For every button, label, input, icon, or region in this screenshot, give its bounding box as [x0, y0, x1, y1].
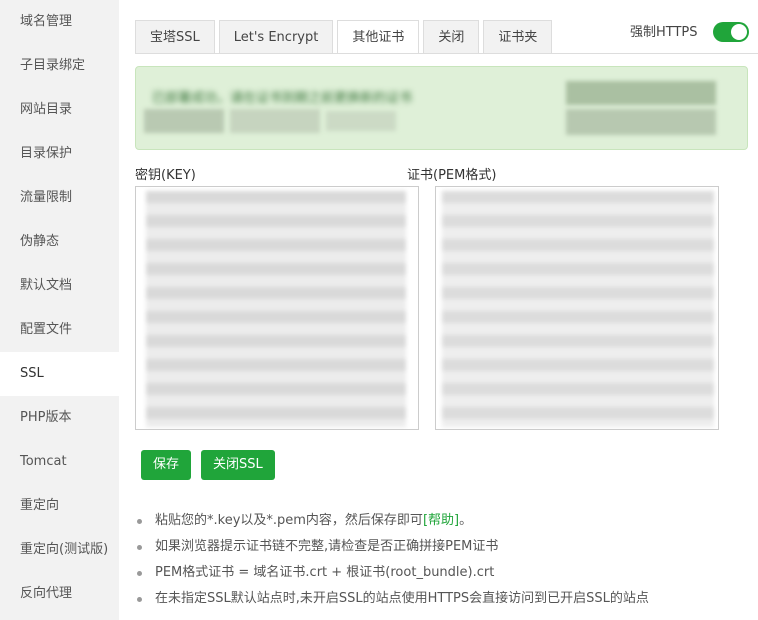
force-https-toggle[interactable]: [713, 22, 749, 42]
obscured-block: [230, 109, 320, 133]
sidebar-item-ssl[interactable]: SSL: [0, 352, 119, 396]
sidebar-item-tomcat[interactable]: Tomcat: [0, 440, 119, 484]
ssl-status-alert: 已部署成功，请在证书到期之前更换新的证书: [135, 66, 748, 150]
main-panel: 宝塔SSL Let's Encrypt 其他证书 关闭 证书夹 强制HTTPS …: [119, 0, 758, 620]
tip-item: PEM格式证书 = 域名证书.crt + 根证书(root_bundle).cr…: [135, 560, 649, 586]
obscured-block: [326, 111, 396, 131]
obscured-block: [144, 109, 224, 133]
sidebar-item-proxy[interactable]: 反向代理: [0, 572, 119, 616]
sidebar: 域名管理 子目录绑定 网站目录 目录保护 流量限制 伪静态 默认文档 配置文件 …: [0, 0, 119, 620]
sidebar-item-domain[interactable]: 域名管理: [0, 0, 119, 44]
tab-bt-ssl[interactable]: 宝塔SSL: [135, 20, 215, 53]
obscured-block: [566, 109, 716, 135]
sidebar-item-config[interactable]: 配置文件: [0, 308, 119, 352]
sidebar-item-default-doc[interactable]: 默认文档: [0, 264, 119, 308]
cert-label: 证书(PEM格式): [407, 168, 497, 183]
key-textarea[interactable]: [135, 186, 419, 430]
help-link[interactable]: [帮助]: [423, 513, 459, 528]
sidebar-item-subdir[interactable]: 子目录绑定: [0, 44, 119, 88]
tip-text: 在未指定SSL默认站点时,未开启SSL的站点使用HTTPS会直接访问到已开启SS…: [155, 591, 649, 606]
sidebar-item-rewrite[interactable]: 伪静态: [0, 220, 119, 264]
tips-list: 粘贴您的*.key以及*.pem内容，然后保存即可[帮助]。 如果浏览器提示证书…: [135, 508, 649, 612]
sidebar-item-dir-protect[interactable]: 目录保护: [0, 132, 119, 176]
obscured-content: [146, 191, 406, 427]
sidebar-item-redirect-beta[interactable]: 重定向(测试版): [0, 528, 119, 572]
obscured-block: [566, 81, 716, 105]
tab-cert-folder[interactable]: 证书夹: [483, 20, 553, 53]
tip-suffix: 。: [459, 513, 473, 528]
tab-lets-encrypt[interactable]: Let's Encrypt: [218, 20, 334, 53]
tip-item: 在未指定SSL默认站点时,未开启SSL的站点使用HTTPS会直接访问到已开启SS…: [135, 586, 649, 612]
alert-text: 已部署成功，请在证书到期之前更换新的证书: [152, 91, 413, 106]
tip-text: PEM格式证书 = 域名证书.crt + 根证书(root_bundle).cr…: [155, 565, 495, 580]
ssl-tabs: 宝塔SSL Let's Encrypt 其他证书 关闭 证书夹: [135, 20, 556, 54]
tab-close[interactable]: 关闭: [423, 20, 480, 53]
tip-text: 如果浏览器提示证书链不完整,请检查是否正确拼接PEM证书: [155, 539, 499, 554]
tab-other-cert[interactable]: 其他证书: [337, 20, 420, 54]
toggle-knob: [731, 24, 747, 40]
obscured-content: [442, 191, 714, 427]
tip-text: 粘贴您的*.key以及*.pem内容，然后保存即可: [155, 513, 423, 528]
save-button[interactable]: 保存: [141, 450, 192, 480]
force-https-label: 强制HTTPS: [630, 25, 698, 40]
sidebar-item-redirect[interactable]: 重定向: [0, 484, 119, 528]
close-ssl-button[interactable]: 关闭SSL: [201, 450, 275, 480]
tip-item: 如果浏览器提示证书链不完整,请检查是否正确拼接PEM证书: [135, 534, 649, 560]
sidebar-item-php[interactable]: PHP版本: [0, 396, 119, 440]
cert-textarea[interactable]: [435, 186, 719, 430]
key-label: 密钥(KEY): [135, 168, 196, 183]
tip-item: 粘贴您的*.key以及*.pem内容，然后保存即可[帮助]。: [135, 508, 649, 534]
sidebar-item-traffic-limit[interactable]: 流量限制: [0, 176, 119, 220]
sidebar-item-site-dir[interactable]: 网站目录: [0, 88, 119, 132]
tab-divider: [135, 53, 758, 54]
